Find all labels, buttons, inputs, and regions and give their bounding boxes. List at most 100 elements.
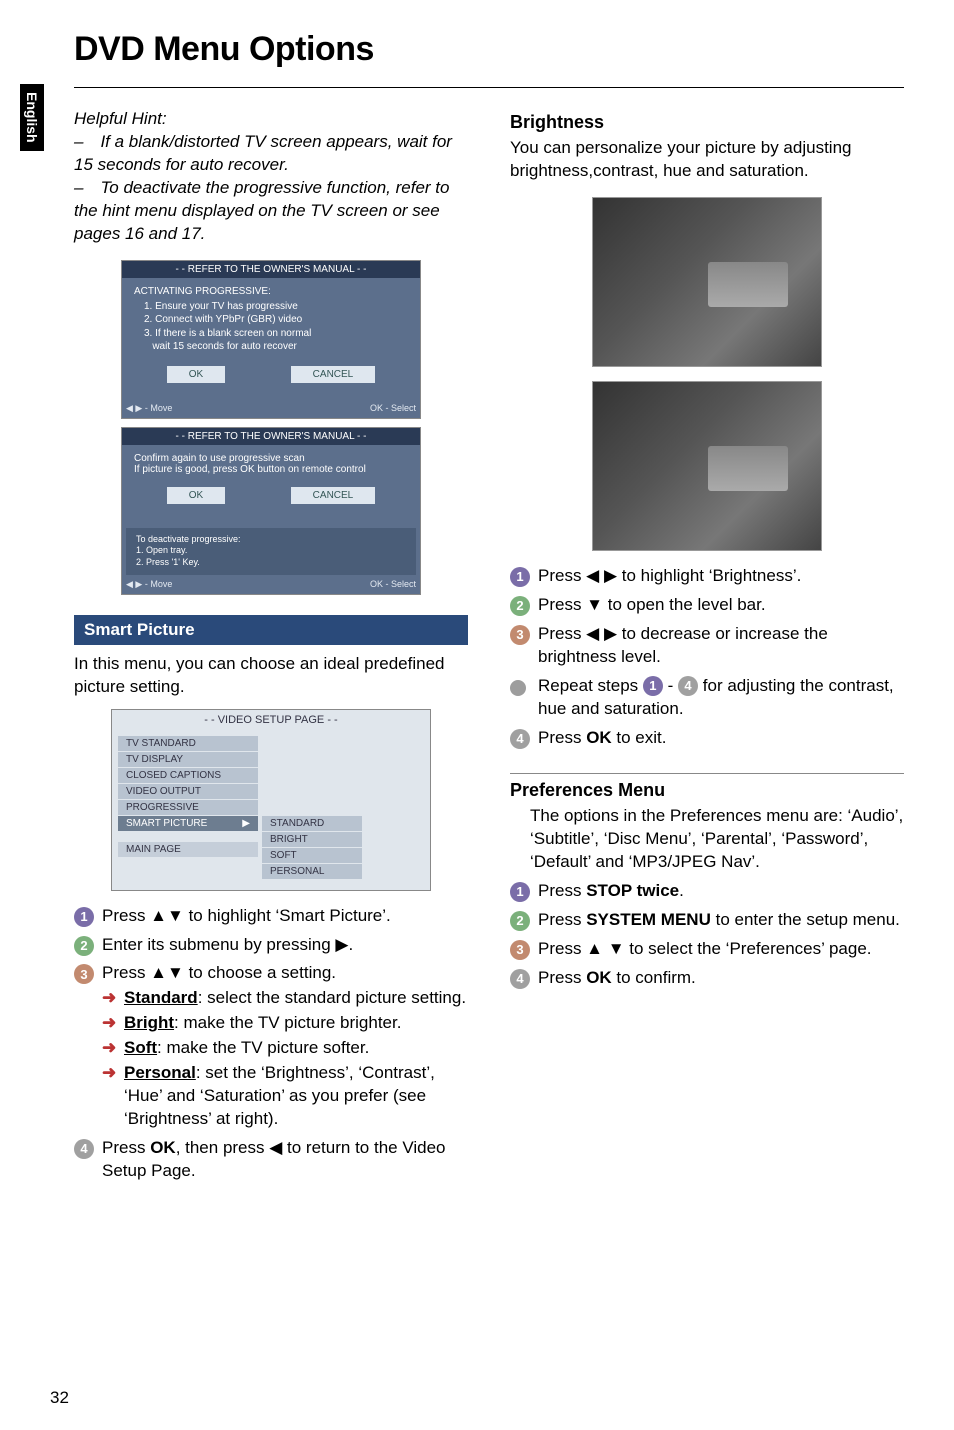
osd2-title: - - REFER TO THE OWNER'S MANUAL - - (122, 428, 420, 445)
osd1-item: 3. If there is a blank screen on normal (144, 327, 408, 341)
bstep-bullet: Repeat steps 1 - 4 for adjusting the con… (510, 675, 904, 721)
step-1-pre: Press ▲▼ (102, 906, 184, 925)
inline-badge-1: 1 (643, 676, 663, 696)
arrow-standard: ➜ Standard: select the standard picture … (102, 987, 468, 1010)
step-badge-1: 1 (510, 567, 530, 587)
page-title: DVD Menu Options (74, 30, 904, 69)
arrow-icon: ➜ (102, 1012, 116, 1035)
hint-line-2: – To deactivate the progressive function… (74, 177, 468, 246)
osd1-title: - - REFER TO THE OWNER'S MANUAL - - (122, 261, 420, 278)
step-4-ok: OK (150, 1138, 176, 1157)
bstep-3-text: Press ◀ ▶ to decrease or increase the br… (538, 624, 828, 666)
hint-label: Helpful Hint: (74, 108, 468, 131)
bstep-4-post: to exit. (612, 728, 667, 747)
osd-panel-activating: - - REFER TO THE OWNER'S MANUAL - - ACTI… (121, 260, 421, 419)
vs-right-item: SOFT (262, 848, 362, 863)
language-tab: English (20, 84, 44, 151)
arrow-icon: ➜ (102, 987, 116, 1010)
page-number: 32 (50, 1388, 69, 1408)
hint-line-1: – If a blank/distorted TV screen appears… (74, 131, 468, 177)
osd1-cancel-button: CANCEL (291, 366, 376, 383)
tv-sample-image-1 (592, 197, 822, 367)
step-2: 2 Enter its submenu by pressing ▶. (74, 934, 468, 957)
opt-soft-rest: : make the TV picture softer. (157, 1038, 369, 1057)
video-setup-title: - - VIDEO SETUP PAGE - - (112, 710, 430, 730)
chevron-right-icon: ▶ (242, 818, 250, 829)
step-badge-3: 3 (74, 964, 94, 984)
pstep-1: 1 Press STOP twice. (510, 880, 904, 903)
inline-badge-4: 4 (678, 676, 698, 696)
vs-left-item: VIDEO OUTPUT (118, 784, 258, 799)
osd1-item: 1. Ensure your TV has progressive (144, 300, 408, 314)
osd1-list: 1. Ensure your TV has progressive 2. Con… (144, 300, 408, 354)
osd2-foot-select: OK - Select (370, 579, 416, 590)
osd2-line1: Confirm again to use progressive scan (134, 453, 408, 464)
pstep-4: 4 Press OK to confirm. (510, 967, 904, 990)
pstep-4-pre: Press (538, 968, 586, 987)
osd1-heading: ACTIVATING PROGRESSIVE: (134, 286, 408, 297)
pstep-3-text: Press ▲ ▼ to select the ‘Preferences’ pa… (538, 939, 872, 958)
step-3: 3 Press ▲▼ to choose a setting. ➜ Standa… (74, 962, 468, 1131)
video-setup-panel: - - VIDEO SETUP PAGE - - TV STANDARD TV … (111, 709, 431, 891)
brightness-heading: Brightness (510, 112, 904, 133)
vs-main-page: MAIN PAGE (118, 842, 258, 857)
step-1-text: to highlight ‘Smart Picture’. (184, 906, 391, 925)
bstep-bullet-pre: Repeat steps (538, 676, 643, 695)
opt-bright-rest: : make the TV picture brighter. (174, 1013, 401, 1032)
prefs-intro: The options in the Preferences menu are:… (510, 805, 904, 874)
vs-left-item: PROGRESSIVE (118, 800, 258, 815)
vs-left-item-label: SMART PICTURE (126, 818, 207, 829)
vs-left-item-selected: SMART PICTURE ▶ (118, 816, 258, 831)
step-badge-3: 3 (510, 940, 530, 960)
step-1: 1 Press ▲▼ to highlight ‘Smart Picture’. (74, 905, 468, 928)
osd2-foot2: 2. Press '1' Key. (136, 557, 406, 569)
pstep-1-b: STOP twice (586, 881, 679, 900)
hint-block: Helpful Hint: – If a blank/distorted TV … (74, 108, 468, 246)
right-column: Brightness You can personalize your pict… (510, 108, 904, 1189)
prefs-steps: 1 Press STOP twice. 2 Press SYSTEM MENU … (510, 880, 904, 990)
title-rule (74, 87, 904, 88)
vs-right-item: STANDARD (262, 816, 362, 831)
arrow-icon: ➜ (102, 1062, 116, 1085)
pstep-2-b: SYSTEM MENU (586, 910, 711, 929)
smart-picture-bar: Smart Picture (74, 615, 468, 645)
pstep-4-post: to confirm. (612, 968, 696, 987)
step-3-pre: Press ▲▼ (102, 963, 184, 982)
arrow-icon: ➜ (102, 1037, 116, 1060)
bstep-3: 3 Press ◀ ▶ to decrease or increase the … (510, 623, 904, 669)
prefs-heading: Preferences Menu (510, 780, 904, 801)
pstep-2-post: to enter the setup menu. (711, 910, 900, 929)
bstep-2: 2 Press ▼ to open the level bar. (510, 594, 904, 617)
step-badge-2: 2 (510, 911, 530, 931)
bstep-1-text: Press ◀ ▶ to highlight ‘Brightness’. (538, 566, 801, 585)
vs-right-item: BRIGHT (262, 832, 362, 847)
opt-standard: Standard (124, 988, 198, 1007)
opt-standard-rest: : select the standard picture setting. (198, 988, 466, 1007)
pstep-1-post: . (679, 881, 684, 900)
step-badge-2: 2 (74, 936, 94, 956)
osd2-foot-move: ◀ ▶ - Move (126, 579, 172, 590)
step-3-text: to choose a setting. (184, 963, 336, 982)
step-badge-3: 3 (510, 625, 530, 645)
vs-left-item: TV STANDARD (118, 736, 258, 751)
pstep-3: 3 Press ▲ ▼ to select the ‘Preferences’ … (510, 938, 904, 961)
pstep-4-b: OK (586, 968, 612, 987)
step-badge-2: 2 (510, 596, 530, 616)
bstep-2-text: Press ▼ to open the level bar. (538, 595, 766, 614)
opt-soft: Soft (124, 1038, 157, 1057)
brightness-intro: You can personalize your picture by adju… (510, 137, 904, 183)
brightness-steps: 1 Press ◀ ▶ to highlight ‘Brightness’. 2… (510, 565, 904, 750)
step-4: 4 Press OK, then press ◀ to return to th… (74, 1137, 468, 1183)
content-columns: Helpful Hint: – If a blank/distorted TV … (74, 108, 904, 1189)
osd2-foot-heading: To deactivate progressive: (136, 534, 406, 546)
bstep-4-pre: Press (538, 728, 586, 747)
osd1-foot-move: ◀ ▶ - Move (126, 403, 172, 414)
bstep-1: 1 Press ◀ ▶ to highlight ‘Brightness’. (510, 565, 904, 588)
vs-right-item: PERSONAL (262, 864, 362, 879)
step-4-pre: Press (102, 1138, 150, 1157)
osd1-ok-button: OK (167, 366, 225, 383)
vs-left-item: TV DISPLAY (118, 752, 258, 767)
bstep-4-ok: OK (586, 728, 612, 747)
prefs-rule (510, 773, 904, 774)
osd1-item: 2. Connect with YPbPr (GBR) video (144, 313, 408, 327)
